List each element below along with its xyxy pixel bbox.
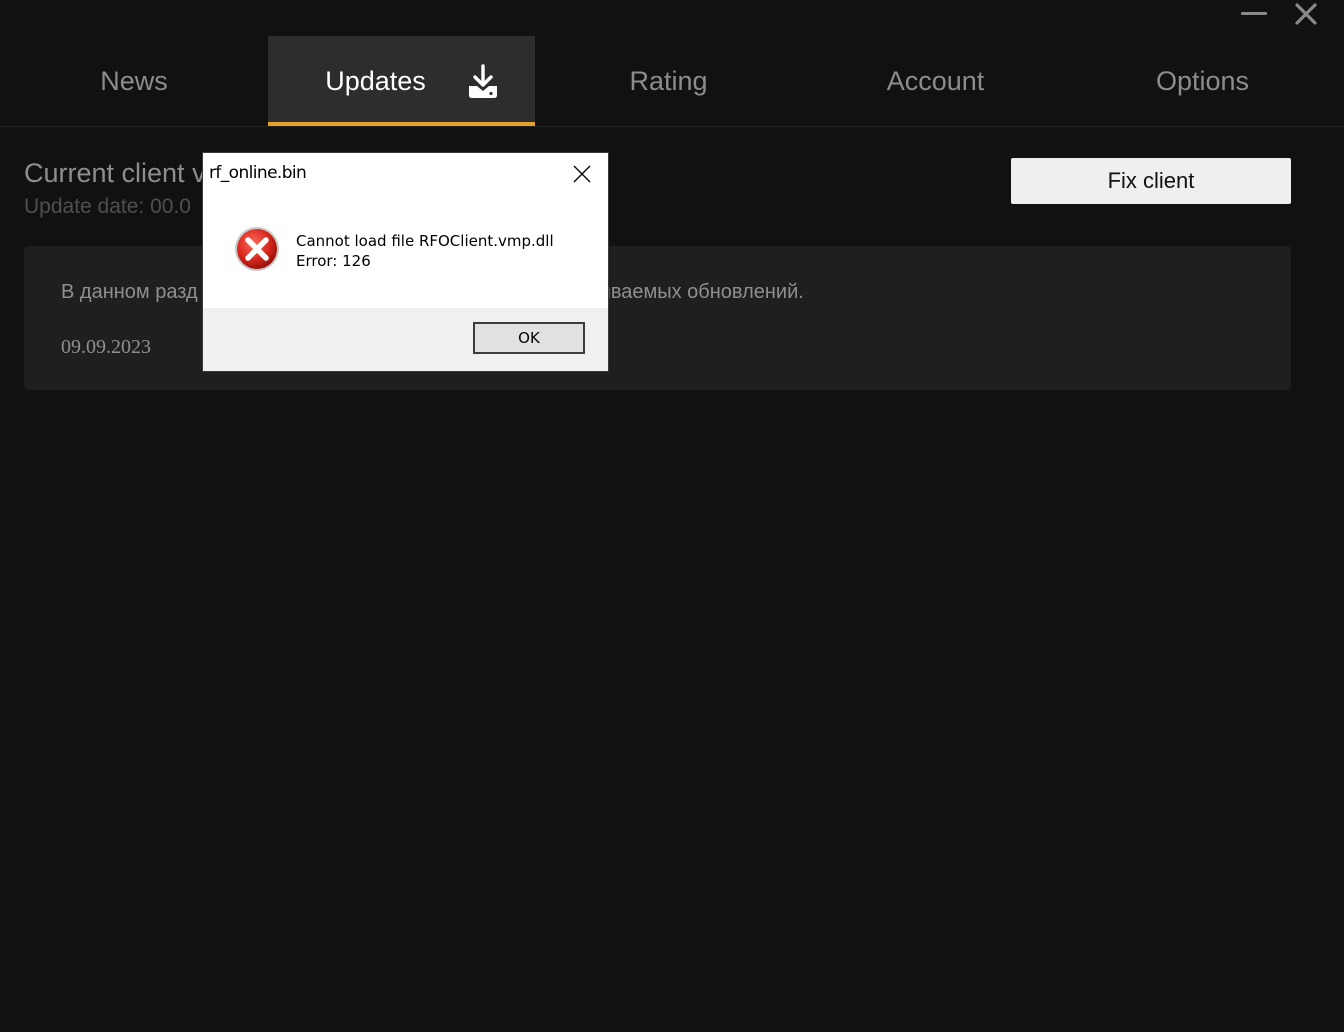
dialog-title: rf_online.bin bbox=[209, 163, 307, 183]
dialog-footer: OK bbox=[203, 308, 608, 371]
tab-label: News bbox=[100, 65, 168, 96]
update-date: Update date: 00.0 bbox=[24, 195, 191, 218]
update-card-text-right: ливаемых обновлений. bbox=[588, 281, 804, 303]
tab-options[interactable]: Options bbox=[1069, 36, 1336, 126]
update-card-text-left: В данном разд bbox=[61, 281, 198, 303]
tab-bar: News Updates Rating Account Options bbox=[0, 36, 1344, 126]
tab-label: Rating bbox=[629, 65, 708, 96]
dialog-error-code: Error: 126 bbox=[296, 252, 371, 270]
dialog-message: Cannot load file RFOClient.vmp.dll Error… bbox=[296, 231, 554, 271]
update-card-text: В данном разд ливаемых обновлений. bbox=[61, 281, 804, 304]
tab-label: Updates bbox=[325, 65, 426, 96]
update-card-date: 09.09.2023 bbox=[61, 336, 151, 358]
tab-label: Account bbox=[886, 65, 985, 96]
tab-divider bbox=[0, 126, 1344, 127]
tab-updates[interactable]: Updates bbox=[268, 36, 535, 126]
ok-button[interactable]: OK bbox=[473, 322, 585, 354]
minimize-icon[interactable] bbox=[1240, 8, 1268, 20]
launcher-window: News Updates Rating Account Options Curr… bbox=[0, 0, 1344, 1032]
tab-news[interactable]: News bbox=[0, 36, 268, 126]
close-icon[interactable] bbox=[1293, 2, 1319, 26]
tab-rating[interactable]: Rating bbox=[535, 36, 802, 126]
client-version-title: Current client v bbox=[24, 158, 206, 188]
dialog-close-icon[interactable] bbox=[572, 164, 592, 184]
tab-account[interactable]: Account bbox=[802, 36, 1069, 126]
error-icon bbox=[233, 225, 281, 273]
error-dialog: rf_online.bin Cannot load file RFOClient… bbox=[203, 153, 608, 371]
fix-client-button[interactable]: Fix client bbox=[1011, 158, 1291, 204]
tab-label: Options bbox=[1155, 65, 1250, 96]
download-icon bbox=[466, 64, 500, 100]
dialog-message-line: Cannot load file RFOClient.vmp.dll bbox=[296, 232, 554, 250]
